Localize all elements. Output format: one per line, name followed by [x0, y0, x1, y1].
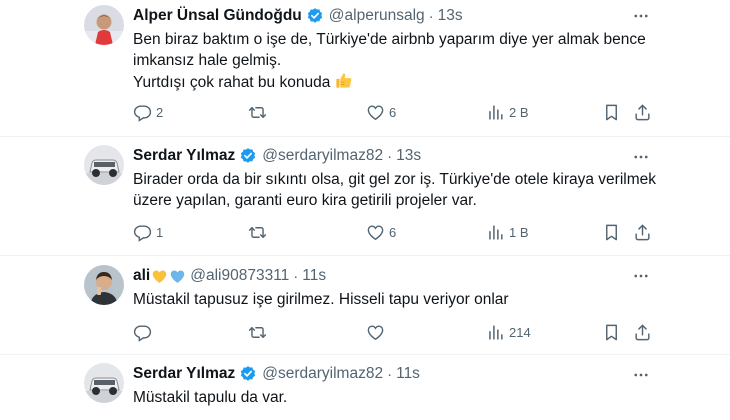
author-handle[interactable]: @ali90873311: [190, 267, 289, 285]
view-count: 1 B: [509, 224, 529, 240]
author-handle[interactable]: @serdaryilmaz82: [262, 365, 383, 383]
tweet-text-line: Yurtdışı çok rahat bu konuda: [133, 74, 331, 91]
reply-icon: [133, 223, 152, 242]
author-handle[interactable]: @serdaryilmaz82: [262, 147, 383, 165]
like-button[interactable]: 6: [366, 101, 396, 123]
tweet-actions: 1 6 1 B: [133, 221, 663, 243]
tweet-text: Müstakil tapusuz işe girilmez. Hisseli t…: [133, 289, 509, 310]
author-name[interactable]: Alper Ünsal Gündoğdu: [133, 7, 302, 25]
reply-icon: [133, 103, 152, 122]
retweet-button[interactable]: [248, 101, 267, 123]
separator-dot: ·: [293, 267, 299, 285]
retweet-icon: [248, 323, 267, 342]
timestamp[interactable]: 13s: [438, 7, 463, 25]
like-button[interactable]: 6: [366, 221, 396, 243]
bookmark-button[interactable]: [602, 101, 621, 123]
like-button[interactable]: [366, 321, 385, 343]
blue-heart-icon: [171, 269, 185, 283]
author-name[interactable]: Serdar Yılmaz: [133, 147, 235, 165]
reply-count: 2: [156, 104, 164, 120]
tweet[interactable]: Serdar Yılmaz @serdaryilmaz82 · 11s Müst…: [0, 354, 730, 420]
heart-icon: [366, 223, 385, 242]
verified-badge-icon: [306, 7, 324, 25]
like-count: 6: [389, 104, 397, 120]
share-button[interactable]: [633, 321, 652, 343]
views-button[interactable]: 2 B: [486, 101, 529, 123]
bookmark-icon: [602, 103, 621, 122]
separator-dot: ·: [387, 147, 393, 165]
bookmark-button[interactable]: [602, 221, 621, 243]
share-button[interactable]: [633, 101, 652, 123]
timestamp[interactable]: 11s: [302, 267, 326, 285]
author-handle[interactable]: @alperunsalg: [329, 7, 425, 25]
views-button[interactable]: 214: [486, 321, 531, 343]
share-icon: [633, 323, 652, 342]
view-count: 214: [509, 324, 531, 340]
tweet-text-line: Ben biraz baktım o işe de, Türkiye'de ai…: [133, 31, 646, 48]
views-icon: [486, 223, 505, 242]
tweet[interactable]: Alper Ünsal Gündoğdu @alperunsalg · 13s …: [0, 0, 730, 137]
author-name[interactable]: ali: [133, 267, 150, 285]
share-button[interactable]: [633, 221, 652, 243]
yellow-heart-icon: [153, 269, 167, 283]
tweet-actions: 214: [133, 321, 663, 343]
tweet-text-line: üzere yapılan, garanti euro kira getiril…: [133, 192, 477, 209]
separator-dot: ·: [387, 365, 393, 383]
reply-icon: [133, 323, 152, 342]
bookmark-icon: [602, 223, 621, 242]
bookmark-button[interactable]: [602, 321, 621, 343]
retweet-button[interactable]: [248, 221, 267, 243]
name-emoji: [151, 268, 187, 285]
tweet[interactable]: ali @ali90873311 · 11s Müstakil tapusuz …: [0, 255, 730, 355]
avatar[interactable]: [84, 145, 124, 185]
avatar[interactable]: [84, 363, 124, 403]
verified-badge-icon: [239, 365, 257, 383]
tweet-text-line: imkansız hale gelmiş.: [133, 52, 282, 69]
views-button[interactable]: 1 B: [486, 221, 529, 243]
reply-thread: Alper Ünsal Gündoğdu @alperunsalg · 13s …: [0, 0, 730, 420]
thumbs-up-icon: [334, 71, 353, 96]
timestamp[interactable]: 11s: [396, 365, 420, 383]
retweet-icon: [248, 103, 267, 122]
tweet-text: Ben biraz baktım o işe de, Türkiye'de ai…: [133, 29, 646, 96]
tweet-text-line: Müstakil tapulu da var.: [133, 389, 288, 406]
share-icon: [633, 103, 652, 122]
tweet-text-line: Müstakil tapusuz işe girilmez. Hisseli t…: [133, 291, 509, 308]
reply-button[interactable]: [133, 321, 152, 343]
tweet-actions: 2 6 2 B: [133, 101, 663, 123]
reply-button[interactable]: 1: [133, 221, 163, 243]
view-count: 2 B: [509, 104, 529, 120]
more-icon[interactable]: [632, 366, 650, 384]
reply-button[interactable]: 2: [133, 101, 163, 123]
reply-count: 1: [156, 224, 164, 240]
heart-icon: [366, 323, 385, 342]
timestamp[interactable]: 13s: [396, 147, 421, 165]
more-icon[interactable]: [632, 267, 650, 285]
more-icon[interactable]: [632, 148, 650, 166]
tweet-text: Müstakil tapulu da var.: [133, 387, 287, 408]
author-name[interactable]: Serdar Yılmaz: [133, 365, 235, 383]
avatar[interactable]: [84, 5, 124, 45]
share-icon: [633, 223, 652, 242]
views-icon: [486, 103, 505, 122]
views-icon: [486, 323, 505, 342]
tweet-text-line: Birader orda da bir sıkıntı olsa, git ge…: [133, 171, 657, 188]
retweet-icon: [248, 223, 267, 242]
retweet-button[interactable]: [248, 321, 267, 343]
like-count: 6: [389, 224, 397, 240]
more-icon[interactable]: [632, 7, 650, 25]
tweet[interactable]: Serdar Yılmaz @serdaryilmaz82 · 13s Bira…: [0, 136, 730, 256]
separator-dot: ·: [428, 7, 434, 25]
tweet-text: Birader orda da bir sıkıntı olsa, git ge…: [133, 169, 656, 211]
avatar[interactable]: [84, 265, 124, 305]
bookmark-icon: [602, 323, 621, 342]
verified-badge-icon: [239, 147, 257, 165]
heart-icon: [366, 103, 385, 122]
